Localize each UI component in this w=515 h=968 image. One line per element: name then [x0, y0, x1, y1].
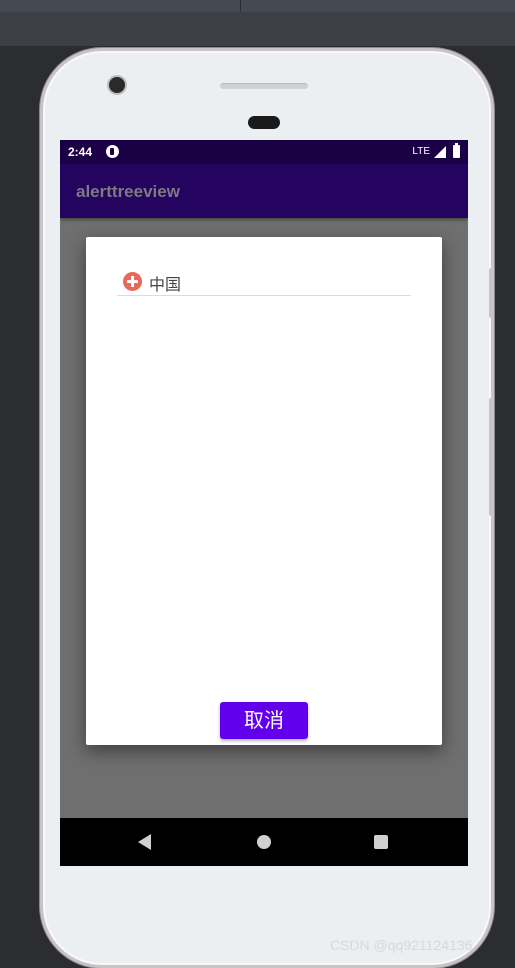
phone-screen: 2:44 LTE alerttreeview 中国 取消 [60, 140, 468, 866]
ide-toolbar-strip [0, 0, 515, 12]
watermark: CSDN @qq921124136 [330, 937, 473, 953]
signal-icon [434, 146, 446, 158]
tree-item-label: 中国 [149, 275, 182, 294]
proximity-sensor [248, 116, 280, 129]
tree-item[interactable]: 中国 [117, 269, 411, 296]
network-type: LTE [412, 146, 430, 157]
battery-icon [453, 143, 460, 158]
volume-button [489, 398, 493, 516]
earpiece-speaker [220, 83, 308, 89]
app-bar: alerttreeview [60, 164, 468, 218]
home-icon[interactable] [257, 835, 271, 849]
notification-icon [106, 145, 119, 158]
plus-circle-icon[interactable] [123, 272, 142, 291]
toolbar-divider [240, 0, 241, 12]
app-title: alerttreeview [76, 182, 180, 201]
back-icon[interactable] [138, 834, 151, 850]
recents-icon[interactable] [374, 835, 388, 849]
front-camera [109, 77, 125, 93]
navigation-bar [60, 818, 468, 866]
power-button [489, 268, 493, 318]
cancel-button[interactable]: 取消 [220, 702, 308, 739]
tree-dialog: 中国 取消 [86, 237, 442, 745]
status-time: 2:44 [68, 145, 93, 159]
ide-top-bar [0, 0, 515, 46]
status-bar: 2:44 LTE [60, 140, 468, 164]
